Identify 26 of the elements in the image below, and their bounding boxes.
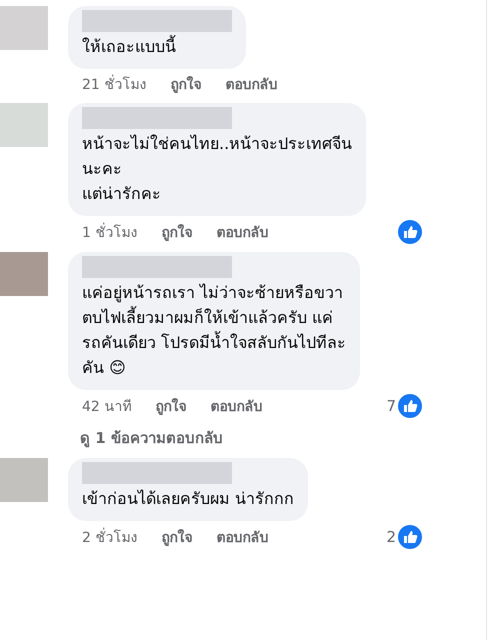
like-icon xyxy=(398,220,422,244)
comment-text: หน้าจะไม่ใช่คนไทย..หน้าจะประเทศจีน นะคะ แต่น่ารักคะ xyxy=(82,133,352,205)
avatar[interactable] xyxy=(0,252,48,296)
like-link[interactable]: ถูกใจ xyxy=(155,395,186,417)
comment-time: 1 ชั่วโมง xyxy=(82,221,138,243)
comment-time: 2 ชั่วโมง xyxy=(82,526,138,548)
like-icon xyxy=(398,525,422,549)
like-link[interactable]: ถูกใจ xyxy=(161,221,192,243)
like-link[interactable]: ถูกใจ xyxy=(170,73,202,95)
comment-text: แค่อยู่หน้ารถเรา ไม่ว่าจะซ้ายหรือขวา ตบไฟเลี้ยวมาผมก็ให้เข้าแล้วครับ แค่ รถคันเดียว โปรดมีน้ำใจสลับกันไปทีละ คัน 😊 xyxy=(82,282,346,379)
avatar[interactable] xyxy=(0,6,48,50)
reply-link[interactable]: ตอบกลับ xyxy=(216,526,268,548)
comment-text: ให้เถอะแบบนี้ xyxy=(82,34,177,58)
reaction-count: 2 xyxy=(386,528,396,546)
reaction-count: 7 xyxy=(386,397,396,415)
reply-link[interactable]: ตอบกลับ xyxy=(216,221,268,243)
reply-link[interactable]: ตอบกลับ xyxy=(225,73,278,95)
comment-text: เข้าก่อนได้เลยครับผม น่ารักกก xyxy=(82,488,294,510)
avatar[interactable] xyxy=(0,103,48,147)
reply-link[interactable]: ตอบกลับ xyxy=(210,395,262,417)
comment-time: 42 นาที xyxy=(82,398,132,417)
like-icon xyxy=(398,394,422,418)
like-link[interactable]: ถูกใจ xyxy=(161,526,192,548)
avatar[interactable] xyxy=(0,458,48,502)
view-replies-link[interactable]: ดู 1 ข้อความตอบกลับ xyxy=(0,426,486,450)
comment-time: 21 ชั่วโมง xyxy=(82,73,146,95)
